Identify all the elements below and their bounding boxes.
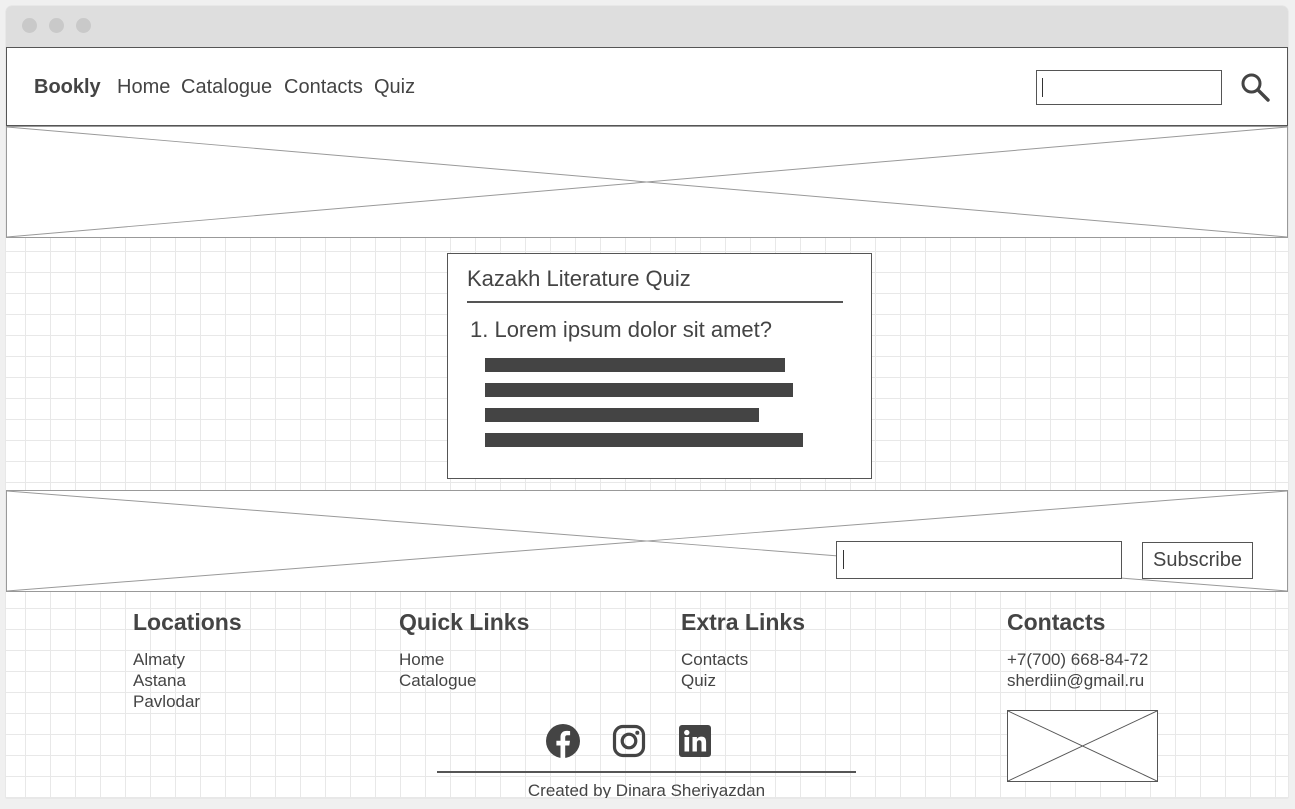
- footer-quick-links-heading: Quick Links: [399, 609, 530, 635]
- footer-location-item: Pavlodar: [133, 692, 201, 711]
- linkedin-icon[interactable]: [678, 724, 712, 758]
- footer-contacts-heading: Contacts: [1007, 609, 1106, 635]
- footer-location-item: Astana: [133, 671, 186, 690]
- footer-link-home[interactable]: Home: [399, 649, 444, 670]
- footer-email[interactable]: sherdiin@gmail.ru: [1007, 670, 1144, 691]
- search-input[interactable]: [1036, 70, 1222, 105]
- quiz-answer-option-1[interactable]: [485, 358, 785, 372]
- window-titlebar: [6, 6, 1288, 47]
- quiz-answer-option-3[interactable]: [485, 408, 759, 422]
- quiz-question: 1. Lorem ipsum dolor sit amet?: [470, 317, 773, 342]
- quiz-title: Kazakh Literature Quiz: [467, 266, 691, 291]
- image-placeholder-icon: [1008, 711, 1157, 781]
- footer-link-catalogue[interactable]: Catalogue: [399, 670, 477, 691]
- nav-link-home[interactable]: Home: [117, 76, 170, 99]
- footer-credit: Created by Dinara Sheriyazdan: [527, 781, 766, 798]
- search-icon[interactable]: [1240, 72, 1270, 102]
- footer-phone: +7(700) 668-84-72: [1007, 650, 1149, 669]
- window-minimize-dot[interactable]: [49, 18, 64, 33]
- footer-extra-links-heading: Extra Links: [681, 609, 805, 635]
- footer-divider: [437, 771, 856, 773]
- footer-location-item: Almaty: [133, 650, 185, 669]
- browser-window: Bookly Home Catalogue Contacts Quiz Kaza…: [6, 6, 1288, 798]
- nav-link-catalogue[interactable]: Catalogue: [181, 76, 272, 99]
- footer-link-quiz[interactable]: Quiz: [681, 670, 716, 691]
- navbar: Bookly Home Catalogue Contacts Quiz: [6, 47, 1288, 126]
- page-canvas: Bookly Home Catalogue Contacts Quiz Kaza…: [6, 47, 1288, 798]
- brand-logo[interactable]: Bookly: [34, 76, 101, 99]
- text-caret: [843, 550, 844, 569]
- subscribe-email-input[interactable]: [836, 541, 1122, 579]
- quiz-answer-option-2[interactable]: [485, 383, 793, 397]
- quiz-card: Kazakh Literature Quiz 1. Lorem ipsum do…: [447, 253, 872, 479]
- quiz-answer-option-4[interactable]: [485, 433, 803, 447]
- footer-locations-heading: Locations: [133, 609, 242, 635]
- text-caret: [1042, 78, 1043, 97]
- subscribe-button[interactable]: Subscribe: [1142, 542, 1253, 579]
- hero-banner-image: [6, 126, 1288, 238]
- quiz-title-divider: [467, 301, 843, 303]
- footer-map-image: [1007, 710, 1158, 782]
- nav-link-quiz[interactable]: Quiz: [374, 76, 415, 99]
- window-close-dot[interactable]: [22, 18, 37, 33]
- nav-link-contacts[interactable]: Contacts: [284, 76, 363, 99]
- facebook-icon[interactable]: [546, 724, 580, 758]
- image-placeholder-icon: [7, 127, 1287, 237]
- instagram-icon[interactable]: [612, 724, 646, 758]
- window-maximize-dot[interactable]: [76, 18, 91, 33]
- footer-link-contacts[interactable]: Contacts: [681, 649, 748, 670]
